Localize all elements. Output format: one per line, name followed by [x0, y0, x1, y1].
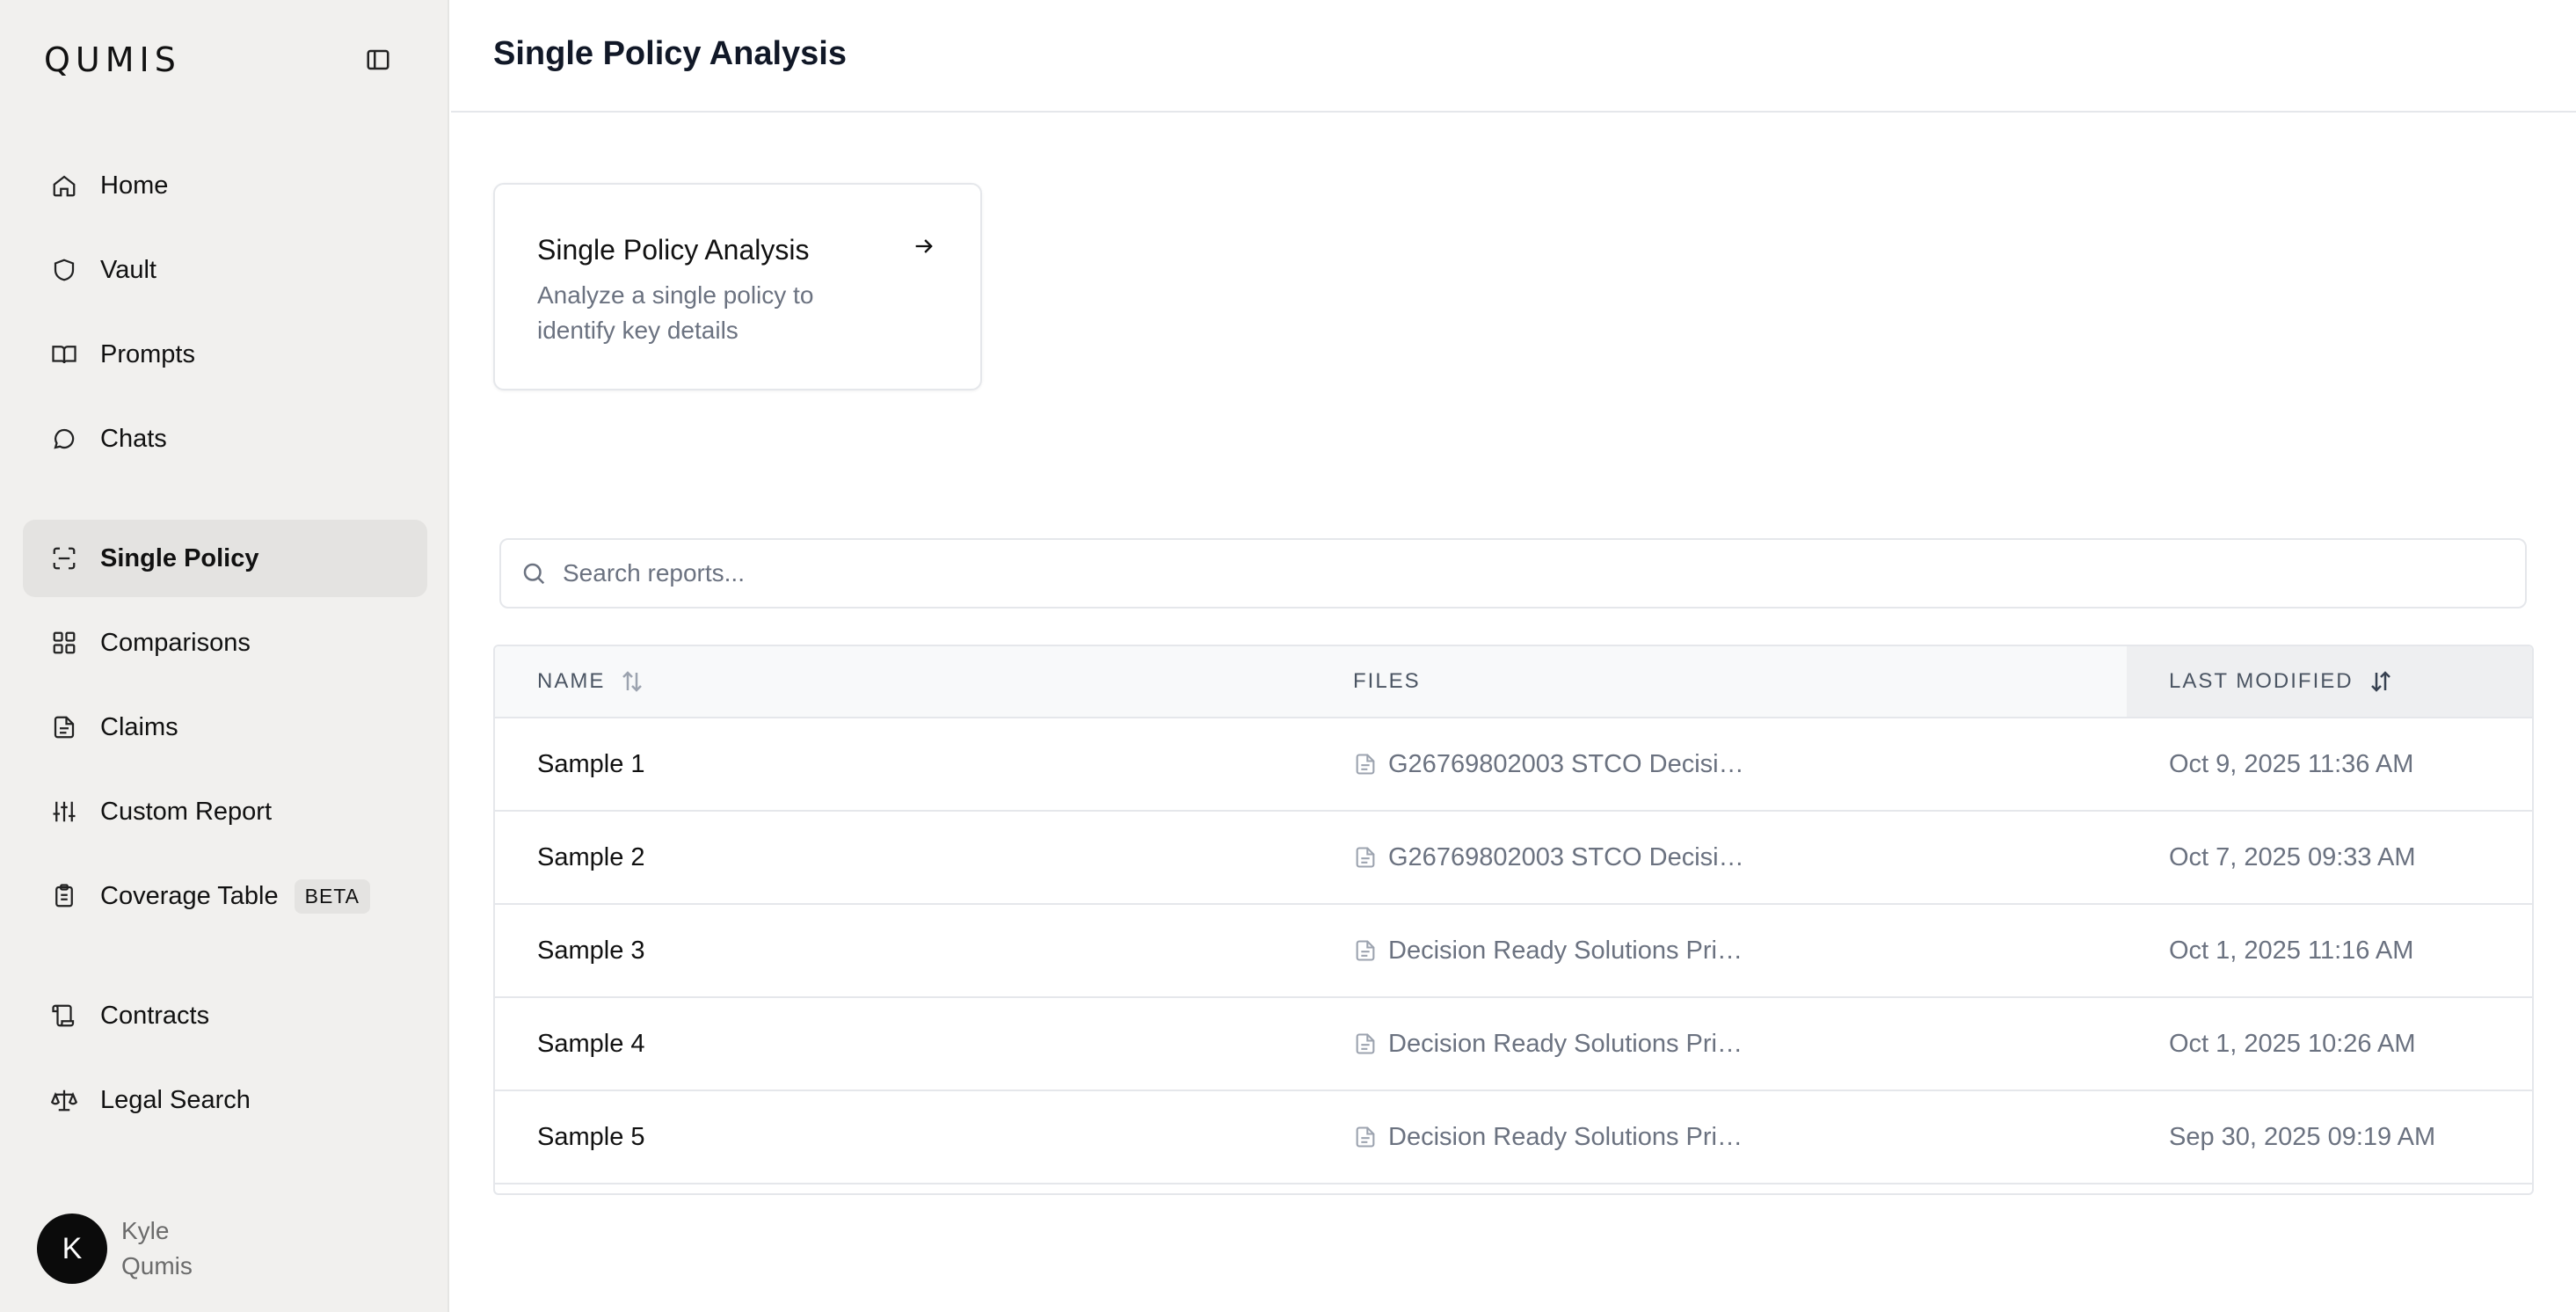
file-name: Decision Ready Solutions Pri…: [1388, 1122, 1743, 1151]
file-icon: [1353, 752, 1378, 776]
sidebar-item-custom-report[interactable]: Custom Report: [23, 773, 427, 850]
sidebar-item-label: Coverage Table: [100, 881, 279, 910]
sidebar-item-home[interactable]: Home: [23, 147, 427, 224]
card-title: Single Policy Analysis: [537, 234, 810, 266]
file-name: G26769802003 STCO Decisi…: [1388, 842, 1744, 871]
user-last-name: Qumis: [121, 1252, 193, 1279]
sidebar-item-coverage-table[interactable]: Coverage Table BETA: [23, 857, 427, 935]
column-header-last-modified[interactable]: LAST MODIFIED: [2127, 646, 2532, 717]
table-row[interactable]: Sample 3 Decision Ready Solutions Pri… O…: [495, 905, 2532, 998]
last-modified: Oct 1, 2025 11:16 AM: [2169, 936, 2414, 965]
report-name: Sample 2: [537, 842, 645, 871]
user-name: Kyle Qumis: [121, 1214, 193, 1284]
reports-table: NAME FILES LAST MODIFIED Sample 1 G26769…: [493, 645, 2534, 1195]
report-file: Decision Ready Solutions Pri…: [1353, 998, 1743, 1090]
grid-icon: [49, 628, 79, 658]
document-icon: [49, 712, 79, 742]
scan-icon: [49, 543, 79, 573]
sidebar-item-contracts[interactable]: Contracts: [23, 977, 427, 1054]
file-icon: [1353, 1125, 1378, 1149]
file-icon: [1353, 845, 1378, 870]
user-profile[interactable]: K Kyle Qumis: [37, 1214, 193, 1284]
column-header-name[interactable]: NAME: [537, 646, 645, 717]
sort-icon[interactable]: [619, 668, 645, 695]
search-icon: [523, 563, 545, 585]
sidebar-item-claims[interactable]: Claims: [23, 689, 427, 766]
last-modified: Oct 7, 2025 09:33 AM: [2169, 842, 2416, 871]
sort-descending-icon[interactable]: [2368, 668, 2394, 695]
arrow-right-icon: [908, 230, 940, 262]
shield-icon: [49, 255, 79, 285]
page-title: Single Policy Analysis: [493, 35, 847, 72]
table-row[interactable]: Sample 2 G26769802003 STCO Decisi… Oct 7…: [495, 812, 2532, 905]
clipboard-icon: [49, 881, 79, 911]
last-modified: Sep 30, 2025 09:19 AM: [2169, 1122, 2436, 1151]
sidebar-item-single-policy[interactable]: Single Policy: [23, 520, 427, 597]
sidebar: QUMIS Home Vault Prompts Chats Single Po…: [0, 0, 449, 1312]
table-row[interactable]: Sample 1 G26769802003 STCO Decisi… Oct 9…: [495, 718, 2532, 812]
sidebar-item-label: Chats: [100, 424, 167, 453]
file-name: Decision Ready Solutions Pri…: [1388, 1029, 1743, 1058]
file-icon: [1353, 938, 1378, 963]
report-name: Sample 5: [537, 1122, 645, 1151]
qumis-logo[interactable]: QUMIS: [44, 40, 181, 79]
file-icon: [1353, 1031, 1378, 1056]
home-icon: [49, 171, 79, 200]
search-input[interactable]: [563, 559, 2497, 587]
report-name: Sample 3: [537, 936, 645, 965]
column-header-label: NAME: [537, 669, 606, 693]
sidebar-item-label: Home: [100, 171, 169, 200]
report-file: Decision Ready Solutions Pri…: [1353, 905, 1743, 996]
report-file: Decision Ready Solutions Pri…: [1353, 1091, 1743, 1183]
sidebar-item-prompts[interactable]: Prompts: [23, 316, 427, 393]
sidebar-panel-icon: [367, 49, 389, 70]
search-bar: [499, 538, 2527, 609]
chat-bubble-icon: [49, 424, 79, 454]
last-modified: Oct 1, 2025 10:26 AM: [2169, 1029, 2416, 1058]
sidebar-item-label: Legal Search: [100, 1085, 251, 1114]
table-header: NAME FILES LAST MODIFIED: [495, 646, 2532, 718]
sidebar-item-label: Comparisons: [100, 628, 251, 657]
report-file: G26769802003 STCO Decisi…: [1353, 812, 1744, 903]
file-name: Decision Ready Solutions Pri…: [1388, 936, 1743, 965]
last-modified: Oct 9, 2025 11:36 AM: [2169, 749, 2414, 778]
column-header-label: FILES: [1353, 669, 1421, 693]
sidebar-item-vault[interactable]: Vault: [23, 231, 427, 309]
sidebar-item-comparisons[interactable]: Comparisons: [23, 604, 427, 682]
sidebar-item-label: Claims: [100, 712, 178, 741]
page-header: Single Policy Analysis: [451, 0, 2576, 113]
card-description: Analyze a single policy to identify key …: [537, 281, 814, 344]
scale-icon: [49, 1085, 79, 1115]
table-row[interactable]: Sample 5 Decision Ready Solutions Pri… S…: [495, 1091, 2532, 1184]
sidebar-item-label: Single Policy: [100, 543, 259, 572]
sidebar-item-label: Prompts: [100, 339, 195, 368]
single-policy-analysis-card[interactable]: Single Policy Analysis Analyze a single …: [493, 183, 982, 390]
beta-badge: BETA: [294, 878, 370, 914]
sidebar-item-label: Vault: [100, 255, 156, 284]
report-name: Sample 4: [537, 1029, 645, 1058]
scroll-icon: [49, 1001, 79, 1031]
sliders-icon: [49, 797, 79, 827]
user-first-name: Kyle: [121, 1217, 170, 1244]
column-header-label: LAST MODIFIED: [2169, 669, 2354, 693]
sidebar-item-label: Contracts: [100, 1001, 210, 1030]
column-header-files: FILES: [1353, 646, 1421, 717]
sidebar-toggle-button[interactable]: [359, 44, 397, 76]
file-name: G26769802003 STCO Decisi…: [1388, 749, 1744, 778]
sidebar-item-legal-search[interactable]: Legal Search: [23, 1061, 427, 1139]
avatar: K: [37, 1214, 107, 1284]
sidebar-item-label: Custom Report: [100, 797, 273, 826]
book-open-icon: [49, 339, 79, 369]
report-file: G26769802003 STCO Decisi…: [1353, 718, 1744, 810]
report-name: Sample 1: [537, 749, 645, 778]
table-row[interactable]: Sample 4 Decision Ready Solutions Pri… O…: [495, 998, 2532, 1091]
sidebar-item-chats[interactable]: Chats: [23, 400, 427, 477]
